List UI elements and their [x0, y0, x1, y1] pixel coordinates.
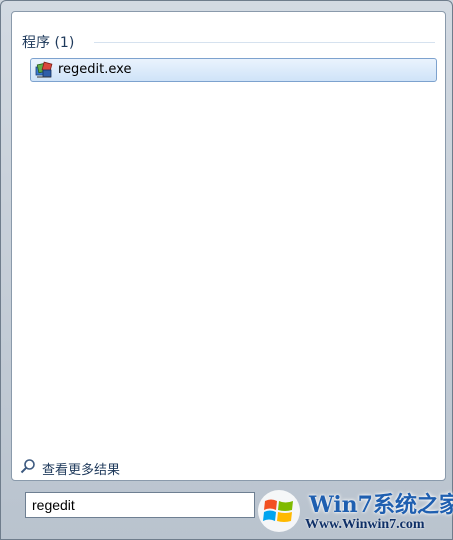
registry-editor-icon [35, 61, 53, 79]
start-menu: 程序 (1) regedit.exe 查看更多结果 regedit Win7系统… [0, 0, 453, 540]
see-more-label: 查看更多结果 [42, 463, 121, 478]
search-results-panel: 程序 (1) regedit.exe 查看更多结果 [11, 11, 446, 481]
group-divider [94, 42, 435, 43]
result-item-label: regedit.exe [58, 62, 132, 77]
search-input[interactable] [25, 492, 255, 518]
watermark-url: Www.Winwin7.com [305, 517, 425, 532]
magnifier-icon [20, 458, 36, 474]
windows-logo-icon [257, 489, 301, 533]
programs-group-header: 程序 (1) [22, 35, 75, 51]
watermark: Win7系统之家 Www.Winwin7.com [255, 481, 453, 539]
result-item-regedit[interactable]: regedit.exe [30, 58, 437, 82]
watermark-title: Win7系统之家 [309, 492, 453, 518]
